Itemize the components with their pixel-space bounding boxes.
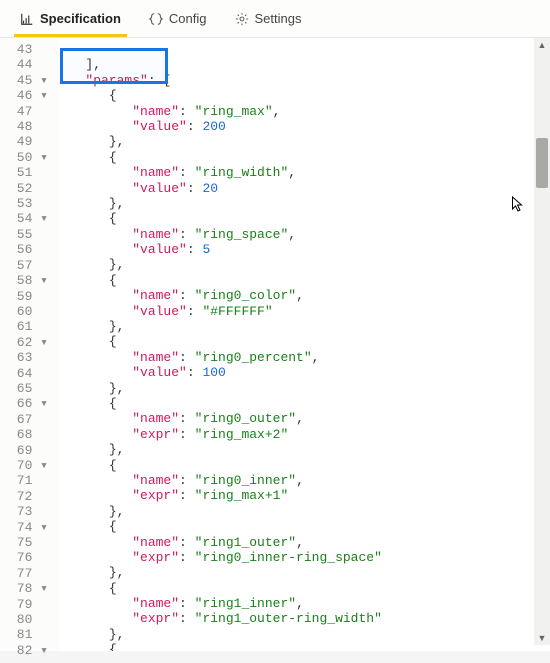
tab-label: Settings <box>255 11 302 26</box>
scroll-up-arrow[interactable]: ▲ <box>534 38 550 52</box>
code-line[interactable]: }, <box>62 442 550 457</box>
line-number: 67 <box>0 412 52 427</box>
code-editor[interactable]: 43 44 45 ▾46 ▾47 48 49 50 ▾51 52 53 54 ▾… <box>0 38 550 651</box>
code-line[interactable]: "expr": "ring_max+2" <box>62 427 550 442</box>
line-number: 70 ▾ <box>0 458 52 473</box>
line-number: 80 <box>0 612 52 627</box>
tab-specification[interactable]: Specification <box>6 0 135 37</box>
code-line[interactable]: { <box>62 211 550 226</box>
tab-settings[interactable]: Settings <box>221 0 316 37</box>
code-line[interactable]: "expr": "ring_max+1" <box>62 488 550 503</box>
scroll-down-arrow[interactable]: ▼ <box>534 631 550 645</box>
line-number: 75 <box>0 535 52 550</box>
code-line[interactable]: { <box>62 334 550 349</box>
line-number: 62 ▾ <box>0 335 52 350</box>
code-line[interactable]: { <box>62 150 550 165</box>
code-line[interactable]: "name": "ring0_outer", <box>62 411 550 426</box>
line-number: 50 ▾ <box>0 150 52 165</box>
line-number: 73 <box>0 504 52 519</box>
code-line[interactable]: }, <box>62 381 550 396</box>
line-number: 72 <box>0 489 52 504</box>
line-number: 79 <box>0 597 52 612</box>
code-line[interactable]: "params": [ <box>62 73 550 88</box>
line-number: 52 <box>0 181 52 196</box>
tab-bar: Specification Config Settings <box>0 0 550 38</box>
line-number: 49 <box>0 134 52 149</box>
chart-icon <box>20 12 34 26</box>
line-number: 64 <box>0 366 52 381</box>
code-line[interactable]: "name": "ring0_color", <box>62 288 550 303</box>
line-number: 46 ▾ <box>0 88 52 103</box>
code-content[interactable]: ], "params": [ { "name": "ring_max", "va… <box>58 38 550 651</box>
code-line[interactable]: "value": "#FFFFFF" <box>62 304 550 319</box>
code-line[interactable]: "value": 20 <box>62 181 550 196</box>
code-line[interactable]: }, <box>62 319 550 334</box>
line-number: 74 ▾ <box>0 520 52 535</box>
line-number: 51 <box>0 165 52 180</box>
line-number: 47 <box>0 104 52 119</box>
code-line[interactable]: "value": 5 <box>62 242 550 257</box>
vertical-scrollbar[interactable]: ▲ ▼ <box>534 38 550 645</box>
code-line[interactable]: }, <box>62 257 550 272</box>
line-number: 78 ▾ <box>0 581 52 596</box>
code-line[interactable]: }, <box>62 504 550 519</box>
tab-label: Specification <box>40 11 121 26</box>
line-number: 44 <box>0 57 52 72</box>
code-line[interactable] <box>62 42 550 57</box>
code-line[interactable]: }, <box>62 134 550 149</box>
code-line[interactable]: }, <box>62 565 550 580</box>
code-line[interactable]: "expr": "ring1_outer-ring_width" <box>62 611 550 626</box>
line-number: 54 ▾ <box>0 211 52 226</box>
line-number: 48 <box>0 119 52 134</box>
code-line[interactable]: "value": 100 <box>62 365 550 380</box>
code-line[interactable]: "name": "ring_max", <box>62 104 550 119</box>
line-number: 76 <box>0 550 52 565</box>
code-line[interactable]: { <box>62 458 550 473</box>
code-line[interactable]: "name": "ring1_inner", <box>62 596 550 611</box>
code-line[interactable]: { <box>62 519 550 534</box>
code-line[interactable]: }, <box>62 196 550 211</box>
line-number: 60 <box>0 304 52 319</box>
code-line[interactable]: { <box>62 642 550 651</box>
gear-icon <box>235 12 249 26</box>
code-line[interactable]: }, <box>62 627 550 642</box>
line-number: 63 <box>0 350 52 365</box>
scroll-thumb[interactable] <box>536 138 548 188</box>
code-line[interactable]: "value": 200 <box>62 119 550 134</box>
tab-label: Config <box>169 11 207 26</box>
line-number: 53 <box>0 196 52 211</box>
line-number-gutter: 43 44 45 ▾46 ▾47 48 49 50 ▾51 52 53 54 ▾… <box>0 38 58 651</box>
line-number: 59 <box>0 289 52 304</box>
code-line[interactable]: { <box>62 396 550 411</box>
line-number: 56 <box>0 242 52 257</box>
line-number: 55 <box>0 227 52 242</box>
code-line[interactable]: { <box>62 88 550 103</box>
code-line[interactable]: "name": "ring0_percent", <box>62 350 550 365</box>
code-line[interactable]: "name": "ring_width", <box>62 165 550 180</box>
line-number: 43 <box>0 42 52 57</box>
line-number: 66 ▾ <box>0 396 52 411</box>
brackets-icon <box>149 12 163 26</box>
line-number: 57 <box>0 258 52 273</box>
code-line[interactable]: ], <box>62 57 550 72</box>
code-line[interactable]: { <box>62 581 550 596</box>
code-line[interactable]: "name": "ring1_outer", <box>62 535 550 550</box>
line-number: 77 <box>0 566 52 581</box>
code-line[interactable]: "expr": "ring0_inner-ring_space" <box>62 550 550 565</box>
line-number: 68 <box>0 427 52 442</box>
line-number: 45 ▾ <box>0 73 52 88</box>
line-number: 71 <box>0 473 52 488</box>
line-number: 69 <box>0 443 52 458</box>
code-line[interactable]: "name": "ring0_inner", <box>62 473 550 488</box>
tab-config[interactable]: Config <box>135 0 221 37</box>
code-line[interactable]: { <box>62 273 550 288</box>
line-number: 58 ▾ <box>0 273 52 288</box>
line-number: 61 <box>0 319 52 334</box>
line-number: 81 <box>0 627 52 642</box>
code-line[interactable]: "name": "ring_space", <box>62 227 550 242</box>
line-number: 82 ▾ <box>0 643 52 658</box>
line-number: 65 <box>0 381 52 396</box>
